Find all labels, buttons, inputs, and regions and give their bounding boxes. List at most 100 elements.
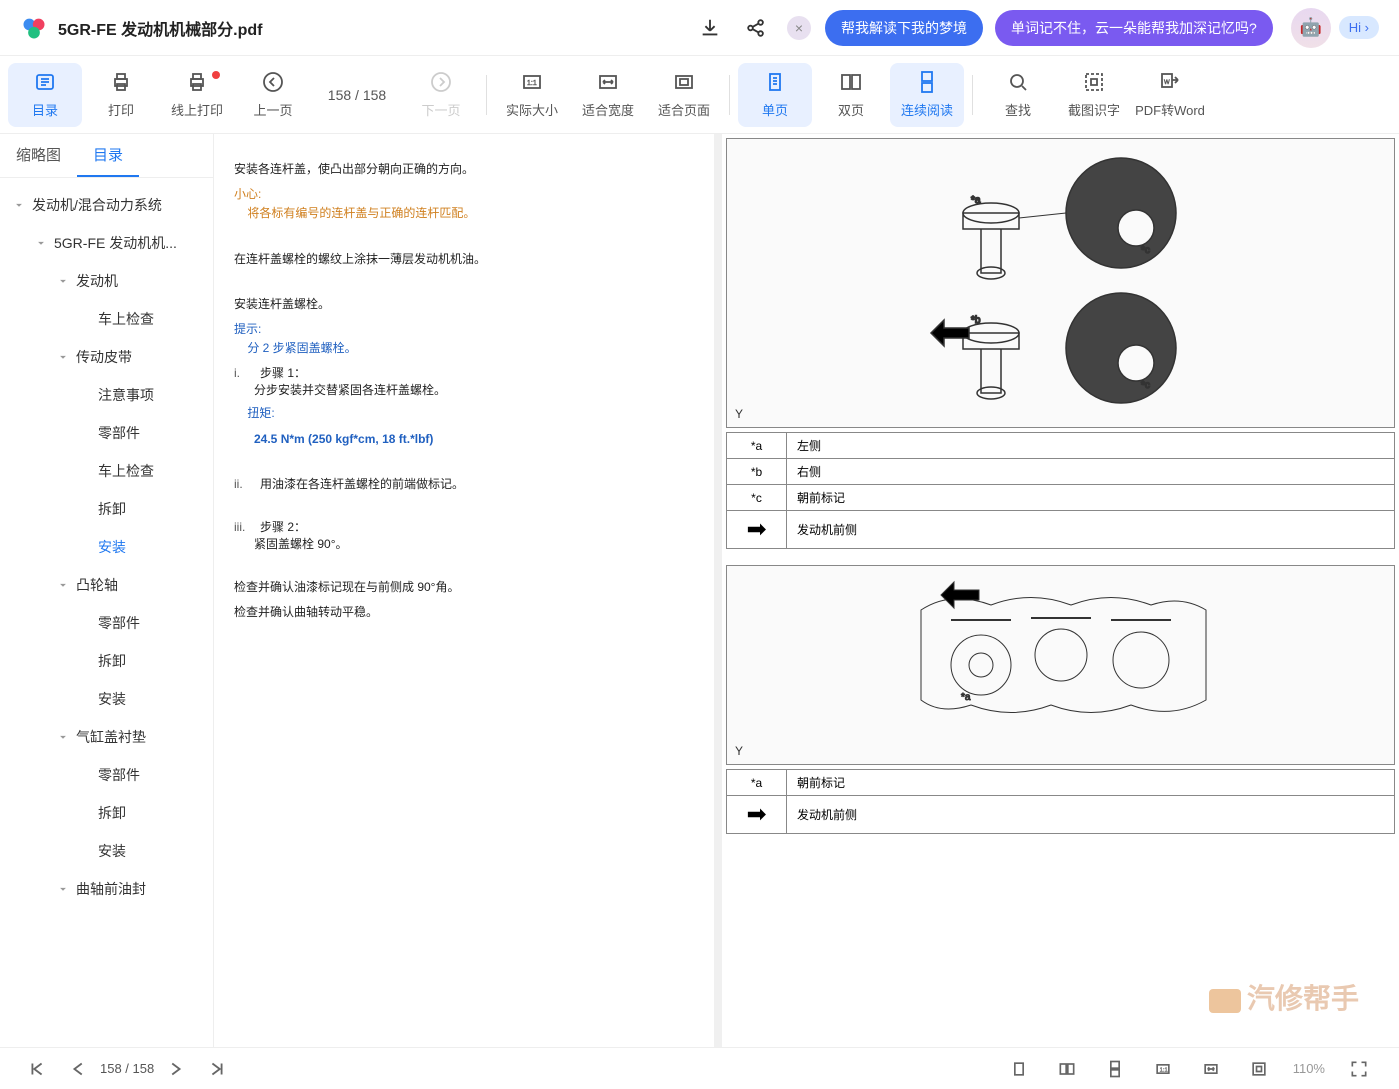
single-icon: [763, 70, 787, 94]
close-suggestion-button[interactable]: ×: [787, 16, 811, 40]
outline-item[interactable]: 发动机/混合动力系统: [0, 186, 213, 224]
outline-item[interactable]: 注意事项: [0, 376, 213, 414]
step-text: 用油漆在各连杆盖螺栓的前端做标记。: [260, 477, 464, 491]
double-icon: [839, 70, 863, 94]
outline-item[interactable]: 安装: [0, 680, 213, 718]
outline-item[interactable]: 安装: [0, 528, 213, 566]
outline-item[interactable]: 零部件: [0, 756, 213, 794]
tool-next[interactable]: 下一页: [404, 63, 478, 127]
tool-single[interactable]: 单页: [738, 63, 812, 127]
arrow-icon: ➡: [727, 796, 787, 834]
svg-text:*c: *c: [1141, 245, 1150, 256]
step-text: 紧固盖螺栓 90°。: [254, 537, 347, 551]
suggestion-chip-memory[interactable]: 单词记不住，云一朵能帮我加深记忆吗?: [995, 10, 1273, 46]
outline-item[interactable]: 凸轮轴: [0, 566, 213, 604]
fit-page-icon[interactable]: [1249, 1059, 1269, 1079]
outline-item[interactable]: 气缸盖衬垫: [0, 718, 213, 756]
fitw-icon: [596, 70, 620, 94]
assistant-avatar[interactable]: 🤖: [1291, 8, 1331, 48]
tool-toc[interactable]: 目录: [8, 63, 82, 127]
last-page-icon[interactable]: [206, 1058, 228, 1080]
caret-down-icon: [12, 198, 26, 212]
technical-diagram-crankshaft: *a Y: [726, 565, 1395, 765]
outline-label: 发动机/混合动力系统: [32, 195, 162, 215]
outline-label: 安装: [98, 841, 126, 861]
download-icon[interactable]: [699, 17, 721, 39]
outline-item[interactable]: 传动皮带: [0, 338, 213, 376]
find-icon: [1006, 70, 1030, 94]
pdf-line: 检查并确认油漆标记现在与前侧成 90°角。: [234, 578, 694, 597]
tool-print-online[interactable]: 线上打印: [160, 63, 234, 127]
svg-text:1:1: 1:1: [527, 80, 537, 87]
technical-diagram-pistons: *a *c *b *c Y: [726, 138, 1395, 428]
outline-label: 零部件: [98, 423, 140, 443]
outline-label: 曲轴前油封: [76, 879, 146, 899]
outline-item[interactable]: 安装: [0, 832, 213, 870]
share-icon[interactable]: [745, 17, 767, 39]
next-page-icon[interactable]: [164, 1058, 186, 1080]
outline-item[interactable]: 拆卸: [0, 642, 213, 680]
step-title: 步骤 2：: [260, 520, 306, 534]
document-title: 5GR-FE 发动机机械部分.pdf: [58, 16, 262, 40]
tool-label: 查找: [1005, 100, 1031, 119]
toc-icon: [33, 70, 57, 94]
print-online-icon: [185, 70, 209, 94]
pdf-line: 在连杆盖螺栓的螺纹上涂抹一薄层发动机机油。: [234, 250, 694, 269]
tool-find[interactable]: 查找: [981, 63, 1055, 127]
prev-page-icon[interactable]: [68, 1058, 90, 1080]
main-area: 缩略图 目录 发动机/混合动力系统5GR-FE 发动机机...发动机车上检查传动…: [0, 134, 1399, 1047]
tool-double[interactable]: 双页: [814, 63, 888, 127]
fit-width-icon[interactable]: [1201, 1059, 1221, 1079]
y-label: Y: [735, 407, 743, 421]
outline-label: 零部件: [98, 613, 140, 633]
tool-label: 适合宽度: [582, 100, 634, 119]
outline-item[interactable]: 曲轴前油封: [0, 870, 213, 908]
tool-label: 打印: [108, 100, 134, 119]
legend-key: *b: [727, 459, 787, 485]
tool-convert[interactable]: WPDF转Word: [1133, 63, 1207, 127]
zoom-level: 110%: [1293, 1061, 1325, 1076]
outline-item[interactable]: 零部件: [0, 604, 213, 642]
pdf-viewer[interactable]: 安装各连杆盖，使凸出部分朝向正确的方向。 小心: 将各标有编号的连杆盖与正确的连…: [214, 134, 1399, 1047]
tool-label: PDF转Word: [1135, 100, 1205, 119]
tool-prev[interactable]: 上一页: [236, 63, 310, 127]
continuous-icon[interactable]: [1105, 1059, 1125, 1079]
outline-label: 凸轮轴: [76, 575, 118, 595]
svg-text:*a: *a: [971, 195, 981, 206]
fullscreen-icon[interactable]: [1349, 1059, 1369, 1079]
outline-item[interactable]: 车上检查: [0, 452, 213, 490]
legend-val: 朝前标记: [787, 485, 1395, 511]
outline-label: 拆卸: [98, 803, 126, 823]
outline-label: 车上检查: [98, 461, 154, 481]
tool-label: 目录: [32, 100, 58, 119]
outline-item[interactable]: 发动机: [0, 262, 213, 300]
pdf-line: 安装各连杆盖，使凸出部分朝向正确的方向。: [234, 160, 694, 179]
tool-print[interactable]: 打印: [84, 63, 158, 127]
outline-item[interactable]: 车上检查: [0, 300, 213, 338]
tool-label: 适合页面: [658, 100, 710, 119]
tool-fitw[interactable]: 适合宽度: [571, 63, 645, 127]
suggestion-chip-dream[interactable]: 帮我解读下我的梦境: [825, 10, 983, 46]
outline-item[interactable]: 拆卸: [0, 490, 213, 528]
outline-item[interactable]: 拆卸: [0, 794, 213, 832]
tab-outline[interactable]: 目录: [77, 134, 139, 177]
tool-actual[interactable]: 1:1实际大小: [495, 63, 569, 127]
actual-size-icon[interactable]: 1:1: [1153, 1059, 1173, 1079]
double-page-icon[interactable]: [1057, 1059, 1077, 1079]
svg-text:*c: *c: [1141, 380, 1150, 391]
tool-fitp[interactable]: 适合页面: [647, 63, 721, 127]
first-page-icon[interactable]: [26, 1058, 48, 1080]
tool-ocr[interactable]: 截图识字: [1057, 63, 1131, 127]
pdf-line: 检查并确认曲轴转动平稳。: [234, 603, 694, 622]
hi-badge[interactable]: Hi ›: [1339, 16, 1379, 39]
ocr-icon: [1082, 70, 1106, 94]
outline-tree[interactable]: 发动机/混合动力系统5GR-FE 发动机机...发动机车上检查传动皮带注意事项零…: [0, 178, 213, 1047]
outline-item[interactable]: 零部件: [0, 414, 213, 452]
warning-label: 小心:: [234, 187, 261, 201]
tool-cont[interactable]: 连续阅读: [890, 63, 964, 127]
legend-val: 发动机前侧: [787, 796, 1395, 834]
tab-thumbnails[interactable]: 缩略图: [0, 134, 77, 177]
caret-down-icon: [56, 730, 70, 744]
outline-item[interactable]: 5GR-FE 发动机机...: [0, 224, 213, 262]
single-page-icon[interactable]: [1009, 1059, 1029, 1079]
